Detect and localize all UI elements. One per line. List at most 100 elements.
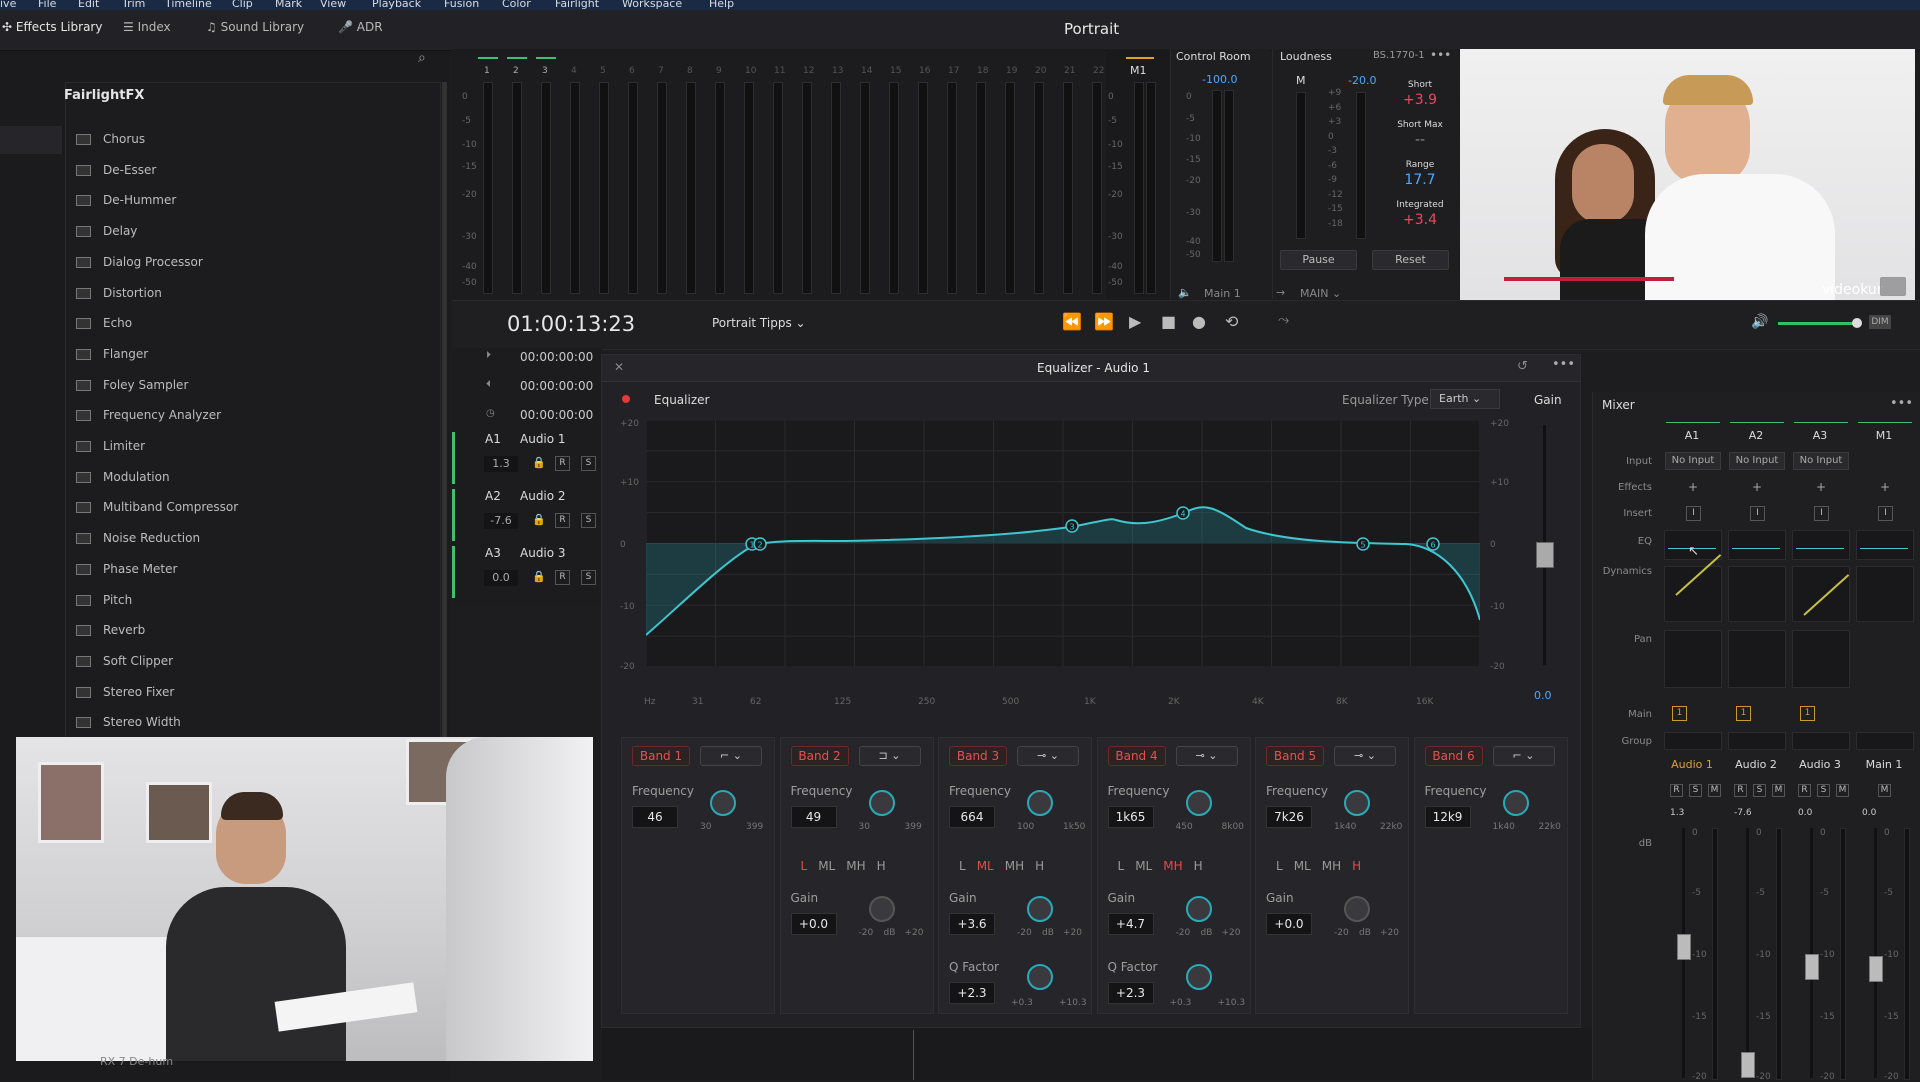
lock-icon[interactable]: 🔒 [532, 570, 546, 583]
frequency-knob[interactable] [1502, 790, 1529, 816]
q-factor-knob[interactable] [1185, 964, 1212, 990]
adr-button[interactable]: 🎤 ADR [338, 20, 383, 34]
frequency-value[interactable]: 46 [632, 806, 678, 828]
menu-item-ive[interactable]: ive [0, 0, 16, 10]
band-range-option[interactable]: L [1276, 859, 1283, 873]
main-bus-assign[interactable]: 1 [1800, 706, 1815, 721]
pan-thumbnail[interactable] [1664, 630, 1722, 688]
gain-knob[interactable] [868, 896, 895, 922]
effects-library-button[interactable]: ✣ Effects Library [2, 20, 102, 34]
band-range-option[interactable]: H [1194, 859, 1203, 873]
hi-pass-icon[interactable]: ⊐ ⌄ [858, 746, 921, 766]
speaker-icon[interactable]: 🔈 [1178, 286, 1192, 299]
track-name[interactable]: Audio 1 [520, 432, 566, 446]
band-range-option[interactable]: MH [1005, 859, 1024, 873]
channel-fader[interactable] [1741, 1052, 1755, 1078]
automation-icon[interactable]: ⤳ [1278, 312, 1289, 328]
add-effect-icon[interactable]: + [1880, 480, 1890, 494]
fx-item[interactable]: Echo [76, 316, 132, 330]
band-range-option[interactable]: L [801, 859, 808, 873]
loop-icon[interactable]: ⟲ [1225, 312, 1238, 331]
mixer-m-button[interactable]: M [1878, 784, 1891, 797]
dynamics-thumbnail[interactable] [1664, 566, 1722, 622]
frequency-knob[interactable] [1027, 790, 1053, 816]
track-solo-button[interactable]: S [581, 513, 596, 528]
volume-icon[interactable]: 🔊 [1751, 314, 1768, 330]
fx-item[interactable]: Stereo Fixer [76, 685, 174, 699]
add-effect-icon[interactable]: + [1752, 480, 1762, 494]
eq-band-label[interactable]: Band 4 [1107, 746, 1166, 766]
dynamics-thumbnail[interactable] [1792, 566, 1850, 622]
band-range-option[interactable]: MH [1322, 859, 1341, 873]
eq-type-select[interactable]: Earth ⌄ [1430, 389, 1500, 409]
eq-options-icon[interactable]: ••• [1552, 357, 1575, 372]
search-icon[interactable]: ⌕ [418, 50, 426, 66]
dynamics-thumbnail[interactable] [1856, 566, 1914, 622]
pan-thumbnail[interactable] [1792, 630, 1850, 688]
close-icon[interactable]: ✕ [614, 360, 624, 374]
stop-icon[interactable]: ■ [1161, 312, 1176, 331]
menu-item-mark[interactable]: Mark [275, 0, 302, 10]
menu-item-fairlight[interactable]: Fairlight [555, 0, 599, 10]
fx-item[interactable]: Distortion [76, 286, 162, 300]
mixer-m-button[interactable]: M [1708, 784, 1721, 797]
insert-icon[interactable]: I [1750, 506, 1765, 521]
mixer-s-button[interactable]: S [1753, 784, 1766, 797]
sound-library-button[interactable]: ♫ Sound Library [206, 20, 304, 34]
band-range-option[interactable]: MH [1163, 859, 1182, 873]
fx-item[interactable]: Reverb [76, 623, 145, 637]
track-level[interactable]: 1.3 [484, 456, 518, 472]
channel-fader[interactable] [1677, 934, 1691, 960]
play-icon[interactable]: ▶ [1129, 312, 1141, 331]
band-range-option[interactable]: ML [977, 859, 994, 873]
fx-item[interactable]: Dialog Processor [76, 255, 203, 269]
high-shelf-icon[interactable]: ⌐ ⌄ [1492, 746, 1555, 766]
track-solo-button[interactable]: S [581, 456, 596, 471]
fx-item[interactable]: Phase Meter [76, 562, 177, 576]
fx-item[interactable]: Noise Reduction [76, 531, 200, 545]
track-record-button[interactable]: R [555, 456, 570, 471]
frequency-knob[interactable] [868, 790, 895, 816]
lock-icon[interactable]: 🔒 [532, 456, 546, 469]
eq-gain-fader[interactable] [1536, 542, 1554, 568]
fast-forward-icon[interactable]: ⏩ [1094, 312, 1114, 331]
eq-band-label[interactable]: Band 2 [790, 746, 849, 766]
gain-value[interactable]: +0.0 [790, 913, 837, 935]
mixer-s-button[interactable]: S [1817, 784, 1830, 797]
group-cell[interactable] [1728, 732, 1786, 750]
frequency-knob[interactable] [1185, 790, 1212, 816]
frequency-value[interactable]: 7k26 [1266, 806, 1312, 828]
fx-item[interactable]: Pitch [76, 593, 132, 607]
fx-item[interactable]: Chorus [76, 132, 145, 146]
eq-thumbnail[interactable] [1728, 530, 1786, 560]
timeline-select[interactable]: Portrait Tipps ⌄ [712, 316, 806, 330]
q-factor-knob[interactable] [1027, 964, 1053, 990]
fx-item[interactable]: Soft Clipper [76, 654, 173, 668]
track-name[interactable]: Audio 2 [520, 489, 566, 503]
frequency-value[interactable]: 1k65 [1107, 806, 1154, 828]
fx-item[interactable]: Stereo Width [76, 715, 181, 729]
band-range-option[interactable]: ML [818, 859, 835, 873]
input-select[interactable]: No Input [1793, 452, 1849, 470]
fx-item[interactable]: Flanger [76, 347, 148, 361]
eq-thumbnail[interactable] [1792, 530, 1850, 560]
track-level[interactable]: -7.6 [484, 513, 518, 529]
loudness-main-select[interactable]: MAIN ⌄ [1300, 287, 1341, 300]
fx-item[interactable]: Multiband Compressor [76, 500, 238, 514]
menu-item-view[interactable]: View [320, 0, 346, 10]
frequency-value[interactable]: 49 [790, 806, 837, 828]
band-range-option[interactable]: ML [1294, 859, 1311, 873]
band-range-option[interactable]: H [877, 859, 886, 873]
lock-icon[interactable]: 🔒 [532, 513, 546, 526]
bell-icon[interactable]: ⊸ ⌄ [1334, 746, 1396, 766]
input-select[interactable]: No Input [1665, 452, 1721, 470]
eq-enable-toggle[interactable] [622, 395, 630, 403]
eq-thumbnail[interactable] [1856, 530, 1914, 560]
eq-band-label[interactable]: Band 3 [949, 746, 1007, 766]
fx-item[interactable]: Foley Sampler [76, 378, 188, 392]
add-effect-icon[interactable]: + [1688, 480, 1698, 494]
fx-item[interactable]: Limiter [76, 439, 145, 453]
eq-band-label[interactable]: Band 1 [632, 746, 690, 766]
eq-graph[interactable]: 1 2345 6 [646, 420, 1480, 667]
frequency-value[interactable]: 12k9 [1424, 806, 1471, 828]
